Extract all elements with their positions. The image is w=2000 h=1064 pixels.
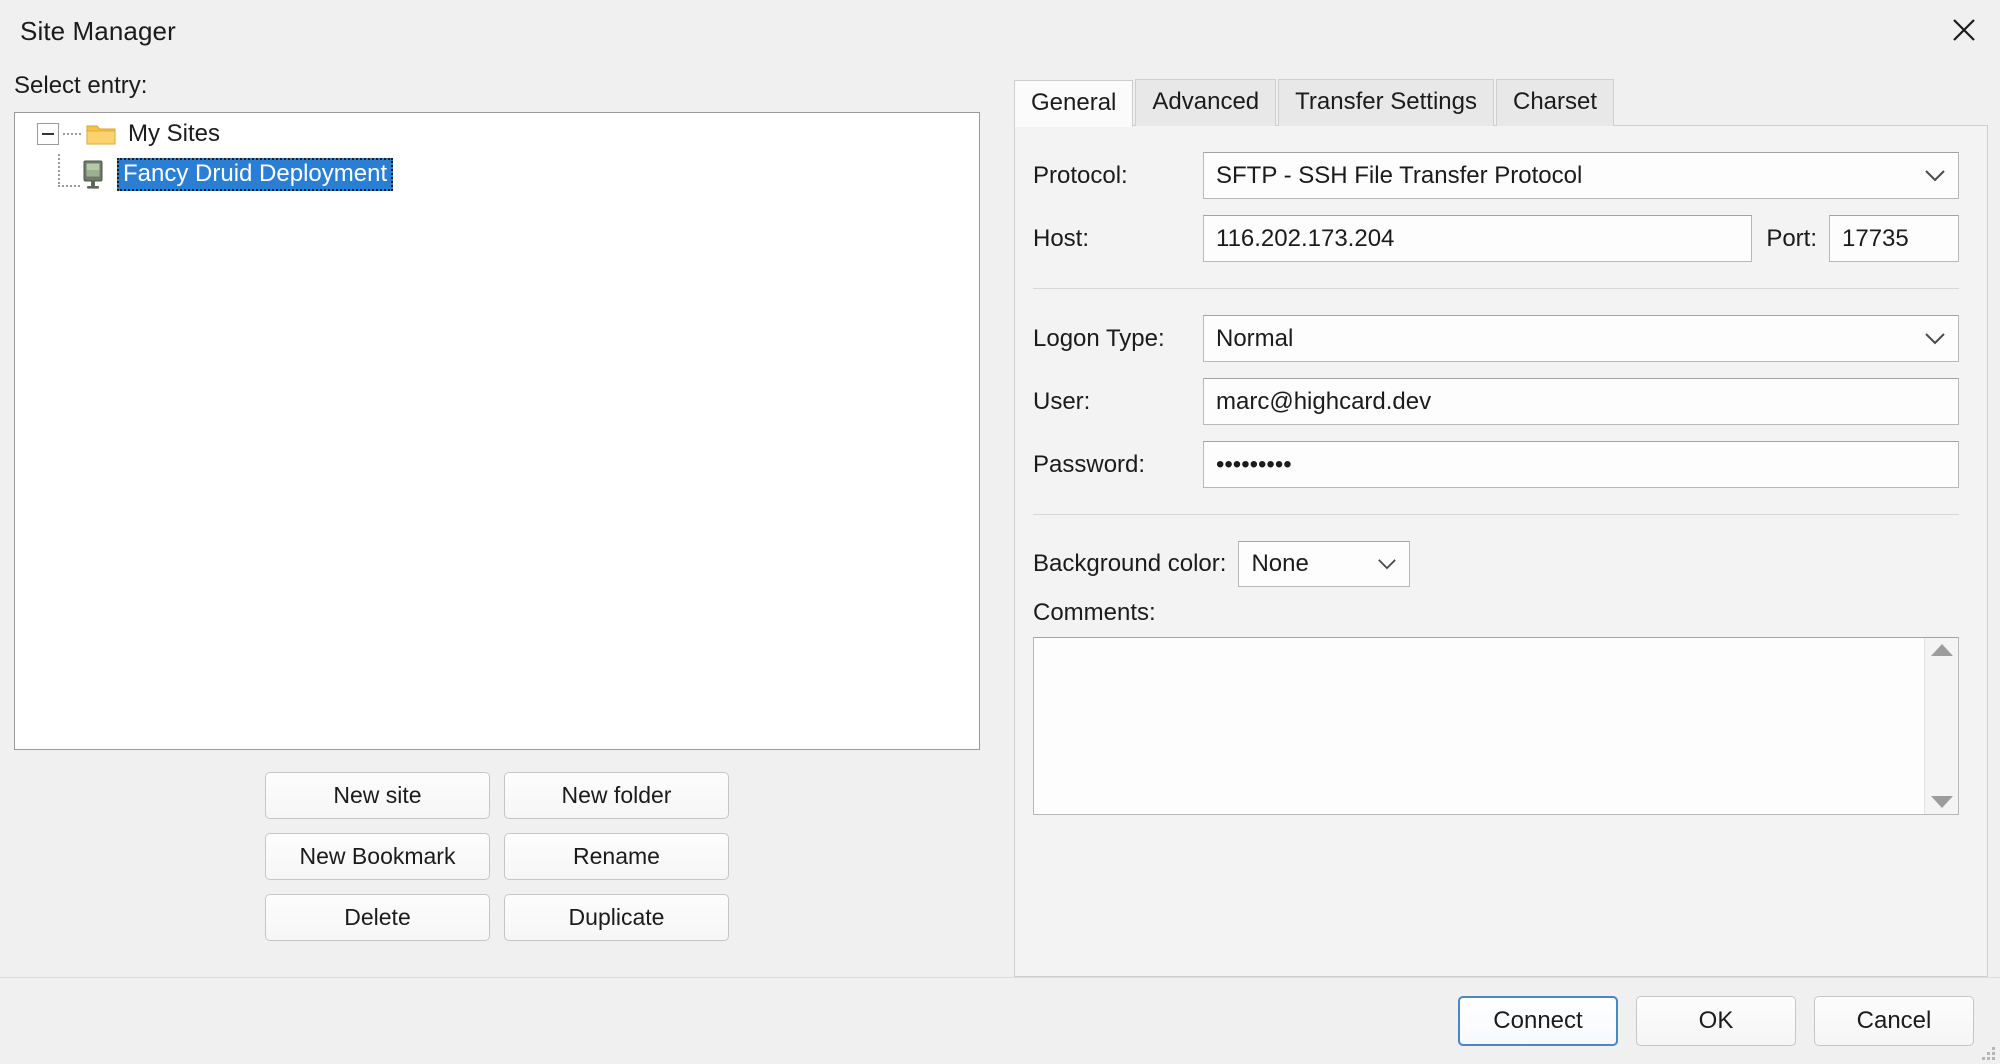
folder-icon: [86, 122, 116, 146]
close-button[interactable]: [1928, 0, 2000, 60]
duplicate-button[interactable]: Duplicate: [504, 894, 729, 941]
logon-type-select[interactable]: Normal: [1203, 315, 1959, 362]
tree-line: [63, 133, 83, 135]
tree-item-my-sites[interactable]: My Sites: [15, 113, 979, 154]
tree-item-site[interactable]: Fancy Druid Deployment: [15, 154, 979, 195]
chevron-down-icon: [1924, 332, 1946, 345]
host-port-row: Host: 116.202.173.204 Port: 17735: [1033, 215, 1959, 262]
section-divider-2: [1033, 514, 1959, 515]
tree-expander-icon[interactable]: [37, 123, 59, 145]
dialog-body: Select entry: My Sites: [0, 62, 2000, 977]
host-input[interactable]: 116.202.173.204: [1203, 215, 1752, 262]
right-pane: General Advanced Transfer Settings Chars…: [1000, 62, 2000, 977]
user-row: User: marc@highcard.dev: [1033, 378, 1959, 425]
user-input[interactable]: marc@highcard.dev: [1203, 378, 1959, 425]
section-divider-1: [1033, 288, 1959, 289]
host-value: 116.202.173.204: [1216, 225, 1394, 253]
tree-item-label: My Sites: [128, 120, 220, 148]
general-tab-panel: Protocol: SFTP - SSH File Transfer Proto…: [1014, 125, 1988, 977]
tab-advanced[interactable]: Advanced: [1135, 79, 1276, 126]
cancel-button[interactable]: Cancel: [1814, 996, 1974, 1046]
port-value: 17735: [1842, 225, 1909, 253]
rename-button[interactable]: Rename: [504, 833, 729, 880]
tab-general[interactable]: General: [1014, 80, 1133, 127]
password-value: •••••••••: [1216, 451, 1292, 479]
tree-item-label-selected[interactable]: Fancy Druid Deployment: [117, 158, 393, 191]
protocol-row: Protocol: SFTP - SSH File Transfer Proto…: [1033, 152, 1959, 199]
background-color-row: Background color: None: [1033, 541, 1959, 587]
left-pane: Select entry: My Sites: [0, 62, 1000, 977]
background-color-select[interactable]: None: [1238, 541, 1410, 587]
tree-connector-vertical: [58, 154, 60, 186]
tab-charset[interactable]: Charset: [1496, 79, 1614, 126]
delete-button[interactable]: Delete: [265, 894, 490, 941]
logon-type-label: Logon Type:: [1033, 325, 1203, 353]
dialog-footer: Connect OK Cancel: [0, 977, 2000, 1064]
port-label: Port:: [1766, 225, 1817, 253]
logon-type-value: Normal: [1216, 325, 1293, 353]
protocol-value: SFTP - SSH File Transfer Protocol: [1216, 162, 1582, 190]
comments-textarea[interactable]: [1034, 638, 1924, 814]
scroll-down-icon[interactable]: [1931, 796, 1953, 808]
new-site-button[interactable]: New site: [265, 772, 490, 819]
comments-field[interactable]: [1033, 637, 1959, 815]
tree-connector-horizontal: [58, 185, 80, 187]
new-bookmark-button[interactable]: New Bookmark: [265, 833, 490, 880]
tab-transfer-settings[interactable]: Transfer Settings: [1278, 79, 1494, 126]
server-icon: [81, 160, 105, 190]
background-color-value: None: [1251, 550, 1308, 578]
protocol-select[interactable]: SFTP - SSH File Transfer Protocol: [1203, 152, 1959, 199]
comments-label: Comments:: [1033, 599, 1959, 627]
port-input[interactable]: 17735: [1829, 215, 1959, 262]
window-title: Site Manager: [20, 16, 176, 47]
ok-button[interactable]: OK: [1636, 996, 1796, 1046]
close-icon: [1951, 17, 1977, 43]
select-entry-label: Select entry:: [14, 72, 980, 100]
user-label: User:: [1033, 388, 1203, 416]
connect-button[interactable]: Connect: [1458, 996, 1618, 1046]
password-label: Password:: [1033, 451, 1203, 479]
site-tree[interactable]: My Sites Fancy Druid Deployment: [14, 112, 980, 750]
scroll-up-icon[interactable]: [1931, 644, 1953, 656]
comments-scrollbar[interactable]: [1924, 638, 1958, 814]
chevron-down-icon: [1377, 558, 1397, 570]
new-folder-button[interactable]: New folder: [504, 772, 729, 819]
site-manager-dialog: Site Manager Select entry:: [0, 0, 2000, 1058]
title-bar: Site Manager: [0, 0, 2000, 62]
chevron-down-icon: [1924, 169, 1946, 182]
host-label: Host:: [1033, 225, 1203, 253]
logon-type-row: Logon Type: Normal: [1033, 315, 1959, 362]
background-color-label: Background color:: [1033, 550, 1226, 578]
password-input[interactable]: •••••••••: [1203, 441, 1959, 488]
password-row: Password: •••••••••: [1033, 441, 1959, 488]
user-value: marc@highcard.dev: [1216, 388, 1431, 416]
settings-tabs: General Advanced Transfer Settings Chars…: [1014, 80, 1988, 126]
tree-action-buttons: New site New folder New Bookmark Rename …: [14, 772, 980, 941]
protocol-label: Protocol:: [1033, 162, 1203, 190]
